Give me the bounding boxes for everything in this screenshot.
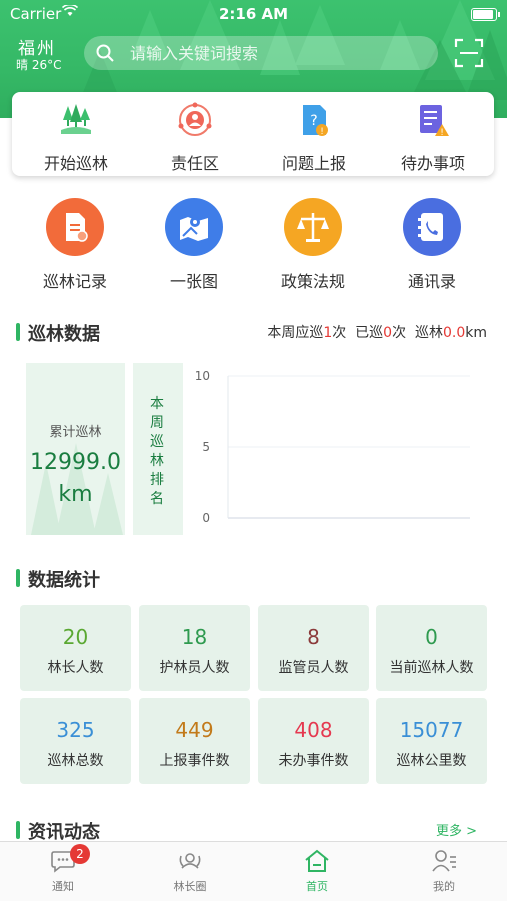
svg-text:!: ! xyxy=(440,128,444,138)
tab-home[interactable]: 首页 xyxy=(254,848,380,894)
stat-card[interactable]: 325 巡林总数 xyxy=(20,698,131,784)
chart-y-tick-label: 5 xyxy=(202,440,210,454)
feature-policies[interactable]: 政策法规 xyxy=(254,198,372,292)
stat-value: 20 xyxy=(62,625,89,649)
tab-label: 通知 xyxy=(52,880,74,893)
feature-contacts[interactable]: 通讯录 xyxy=(373,198,491,292)
cumulative-patrol-card: 累计巡林 12999.0 km xyxy=(26,363,125,535)
stat-value: 18 xyxy=(181,625,208,649)
stat-label: 未办事件数 xyxy=(278,753,349,769)
quick-actions-card: 开始巡林 责任区 ? ! 问题上报 ! 待办事项 xyxy=(12,92,494,176)
scale-icon xyxy=(284,198,342,256)
target-icon xyxy=(178,102,212,136)
tab-label: 我的 xyxy=(433,880,455,893)
weekly-ranking-label: 本周巡林排名 xyxy=(150,396,164,507)
distance-unit: km xyxy=(465,325,487,341)
stat-value: 0 xyxy=(425,625,438,649)
feature-label: 政策法规 xyxy=(280,272,345,291)
tab-label: 首页 xyxy=(306,880,328,893)
stat-value: 15077 xyxy=(399,718,464,742)
stat-label: 巡林公里数 xyxy=(396,753,467,769)
tab-label: 林长圈 xyxy=(173,880,207,893)
cumulative-number: 12999.0 xyxy=(30,450,121,475)
weather-label: 晴 26°C xyxy=(16,58,62,72)
scan-icon[interactable] xyxy=(454,38,484,68)
svg-text:?: ? xyxy=(310,113,317,129)
week-should-label: 本周应巡 xyxy=(267,325,324,341)
stat-card[interactable]: 20 林长人数 xyxy=(20,605,131,691)
news-more-link[interactable]: 更多 > xyxy=(436,820,477,839)
search-input[interactable] xyxy=(130,36,420,70)
svg-text:!: ! xyxy=(320,127,324,137)
cumulative-label: 累计巡林 xyxy=(49,425,102,440)
distance-value: 0.0 xyxy=(442,325,466,341)
tab-forest-circle[interactable]: 林长圈 xyxy=(127,848,253,894)
done-unit: 次 xyxy=(392,325,407,341)
feature-label: 巡林记录 xyxy=(42,272,107,291)
quick-action-label: 责任区 xyxy=(170,154,219,173)
quick-action-start-patrol[interactable]: 开始巡林 xyxy=(16,102,136,174)
cumulative-value: 12999.0 km xyxy=(26,447,125,511)
document-icon xyxy=(46,198,104,256)
quick-action-label: 问题上报 xyxy=(281,154,346,173)
status-bar: Carrier 2:16 AM xyxy=(0,0,507,28)
search-bar[interactable] xyxy=(84,36,438,70)
map-icon xyxy=(165,198,223,256)
chat-icon: 2 xyxy=(50,844,90,874)
stat-label: 上报事件数 xyxy=(159,753,230,769)
feature-patrol-records[interactable]: 巡林记录 xyxy=(16,198,134,292)
tab-notifications[interactable]: 2 通知 xyxy=(0,844,126,894)
chart-y-tick-label: 0 xyxy=(202,511,210,525)
stat-value: 408 xyxy=(294,718,333,742)
patrol-ranking-chart: 0 5 10 xyxy=(195,369,470,525)
patrol-section-title: 巡林数据 xyxy=(16,320,100,346)
home-icon xyxy=(304,848,330,874)
battery-icon xyxy=(471,8,500,21)
stat-card[interactable]: 18 护林员人数 xyxy=(139,605,250,691)
stat-card[interactable]: 0 当前巡林人数 xyxy=(376,605,487,691)
chart-y-tick-label: 10 xyxy=(195,369,210,383)
quick-action-responsibility-area[interactable]: 责任区 xyxy=(135,102,255,174)
stat-card[interactable]: 8 监管员人数 xyxy=(258,605,369,691)
feature-one-map[interactable]: 一张图 xyxy=(135,198,253,292)
contacts-icon xyxy=(403,198,461,256)
feature-label: 一张图 xyxy=(169,272,218,291)
stat-card[interactable]: 449 上报事件数 xyxy=(139,698,250,784)
quick-action-label: 开始巡林 xyxy=(43,154,108,173)
clock: 2:16 AM xyxy=(218,5,289,23)
profile-icon xyxy=(431,848,457,874)
stat-card[interactable]: 15077 巡林公里数 xyxy=(376,698,487,784)
stat-label: 巡林总数 xyxy=(47,753,104,769)
stat-value: 8 xyxy=(307,625,320,649)
todo-icon: ! xyxy=(420,105,449,138)
stat-value: 325 xyxy=(56,718,95,742)
week-should-value: 1 xyxy=(323,325,333,341)
done-value: 0 xyxy=(383,325,393,341)
circle-group-icon xyxy=(177,848,203,874)
done-label: 已巡 xyxy=(355,325,384,341)
distance-label: 巡林 xyxy=(414,325,443,341)
quick-action-label: 待办事项 xyxy=(400,154,465,173)
quick-action-todo[interactable]: ! 待办事项 xyxy=(373,102,493,174)
tree-icon xyxy=(61,104,91,134)
stat-label: 监管员人数 xyxy=(278,660,349,676)
tab-profile[interactable]: 我的 xyxy=(381,848,507,894)
stat-card[interactable]: 408 未办事件数 xyxy=(258,698,369,784)
stat-label: 当前巡林人数 xyxy=(389,660,474,676)
stat-label: 林长人数 xyxy=(47,660,104,676)
week-should-unit: 次 xyxy=(332,325,347,341)
weekly-patrol-summary: 本周应巡1次 已巡0次 巡林0.0km xyxy=(267,322,487,342)
stat-value: 449 xyxy=(175,718,214,742)
cumulative-unit: km xyxy=(58,482,93,507)
quick-action-report-issue[interactable]: ? ! 问题上报 xyxy=(254,102,374,174)
stats-section-title: 数据统计 xyxy=(16,566,100,592)
tab-bar: 2 通知 林长圈 首页 我的 xyxy=(0,841,507,901)
weekly-ranking-card[interactable]: 本周巡林排名 xyxy=(133,363,183,535)
notification-badge: 2 xyxy=(70,844,90,864)
feature-label: 通讯录 xyxy=(407,272,456,291)
report-icon: ? ! xyxy=(303,105,328,137)
search-icon xyxy=(96,44,114,62)
stat-label: 护林员人数 xyxy=(159,660,230,676)
